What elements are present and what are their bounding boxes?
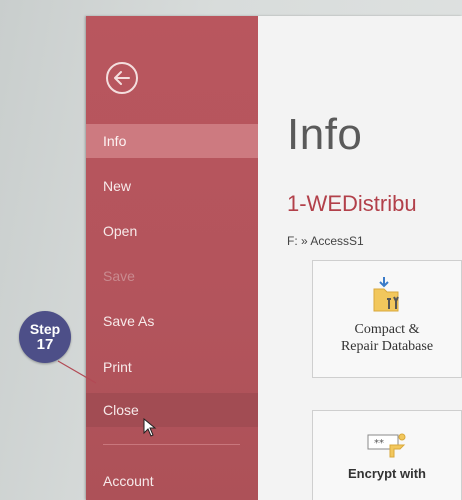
step-callout-badge: Step 17 (19, 311, 71, 363)
step-word: Step (29, 321, 61, 337)
step-callout-line (57, 360, 97, 384)
mouse-pointer-icon (143, 418, 157, 437)
step-number: 17 (36, 336, 54, 353)
